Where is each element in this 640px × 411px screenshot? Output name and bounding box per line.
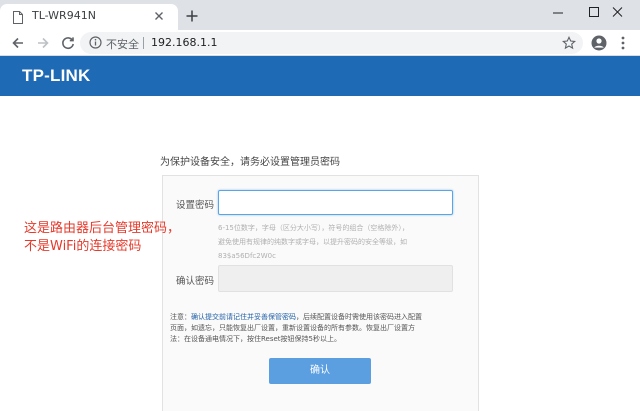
kebab-menu-icon[interactable] bbox=[620, 35, 626, 51]
window-close-icon[interactable] bbox=[608, 2, 640, 22]
plus-icon[interactable] bbox=[185, 9, 199, 23]
address-bar[interactable]: 不安全 192.168.1.1 bbox=[80, 32, 583, 54]
account-icon[interactable] bbox=[591, 35, 607, 51]
note-prefix: 注意： bbox=[170, 313, 191, 321]
password-hint: 6-15位数字，字母（区分大小写），符号的组合（空格除外）， 避免使用有规律的纯… bbox=[218, 221, 456, 263]
note-text: ，后续配置设备时需使用该密码进入配置 bbox=[296, 313, 422, 321]
reload-icon[interactable] bbox=[60, 35, 76, 51]
url-text[interactable]: 192.168.1.1 bbox=[151, 36, 217, 49]
browser-tab[interactable]: TL-WR941N bbox=[0, 4, 178, 30]
tp-link-logo: TP-LINK bbox=[22, 66, 91, 85]
note-link[interactable]: 确认提交前请记住并妥善保管密码 bbox=[191, 313, 296, 321]
star-icon[interactable] bbox=[562, 36, 576, 50]
note-line: 页面，如遗忘，只能恢复出厂设置，重新设置设备的所有参数。恢复出厂设置方 bbox=[170, 324, 415, 332]
password-hint-line: 6-15位数字，字母（区分大小写），符号的组合（空格除外）， bbox=[218, 224, 409, 232]
password-field[interactable] bbox=[218, 190, 453, 215]
annotation-line: 这是路由器后台管理密码， bbox=[24, 221, 181, 236]
security-status[interactable]: 不安全 bbox=[106, 36, 139, 52]
arrow-right-icon[interactable] bbox=[35, 35, 51, 51]
tab-title: TL-WR941N bbox=[32, 9, 96, 22]
url-divider bbox=[143, 37, 144, 49]
password-setup-panel: 设置密码 6-15位数字，字母（区分大小写），符号的组合（空格除外）， 避免使用… bbox=[162, 175, 479, 411]
note-line: 注意：确认提交前请记住并妥善保管密码，后续配置设备时需使用该密码进入配置 bbox=[170, 312, 475, 323]
page-icon bbox=[13, 11, 23, 24]
tab-strip: TL-WR941N bbox=[0, 0, 640, 30]
reset-note: 注意：确认提交前请记住并妥善保管密码，后续配置设备时需使用该密码进入配置 页面，… bbox=[170, 312, 475, 345]
password-hint-line: 避免使用有规律的纯数字或字母，以提升密码的安全等级，如 bbox=[218, 238, 407, 246]
close-icon[interactable] bbox=[152, 9, 166, 23]
confirm-password-field[interactable] bbox=[218, 265, 453, 292]
arrow-left-icon[interactable] bbox=[10, 35, 26, 51]
password-label: 设置密码 bbox=[176, 200, 215, 211]
brand-header: TP-LINK bbox=[0, 56, 640, 96]
browser-toolbar: 不安全 192.168.1.1 bbox=[0, 30, 640, 56]
annotation-line: 不是WiFi的连接密码 bbox=[24, 239, 142, 254]
info-icon[interactable] bbox=[89, 36, 102, 49]
red-annotation: 这是路由器后台管理密码， 不是WiFi的连接密码 bbox=[24, 220, 180, 256]
password-hint-example: 83$a56Dfc2W0c bbox=[218, 252, 276, 260]
page-intro: 为保护设备安全，请务必设置管理员密码 bbox=[160, 157, 340, 168]
note-line: 法：在设备通电情况下，按住Reset按钮保持5秒以上。 bbox=[170, 335, 342, 343]
confirm-button[interactable]: 确认 bbox=[269, 358, 371, 384]
minimize-icon[interactable] bbox=[538, 2, 578, 22]
confirm-password-label: 确认密码 bbox=[176, 276, 215, 287]
